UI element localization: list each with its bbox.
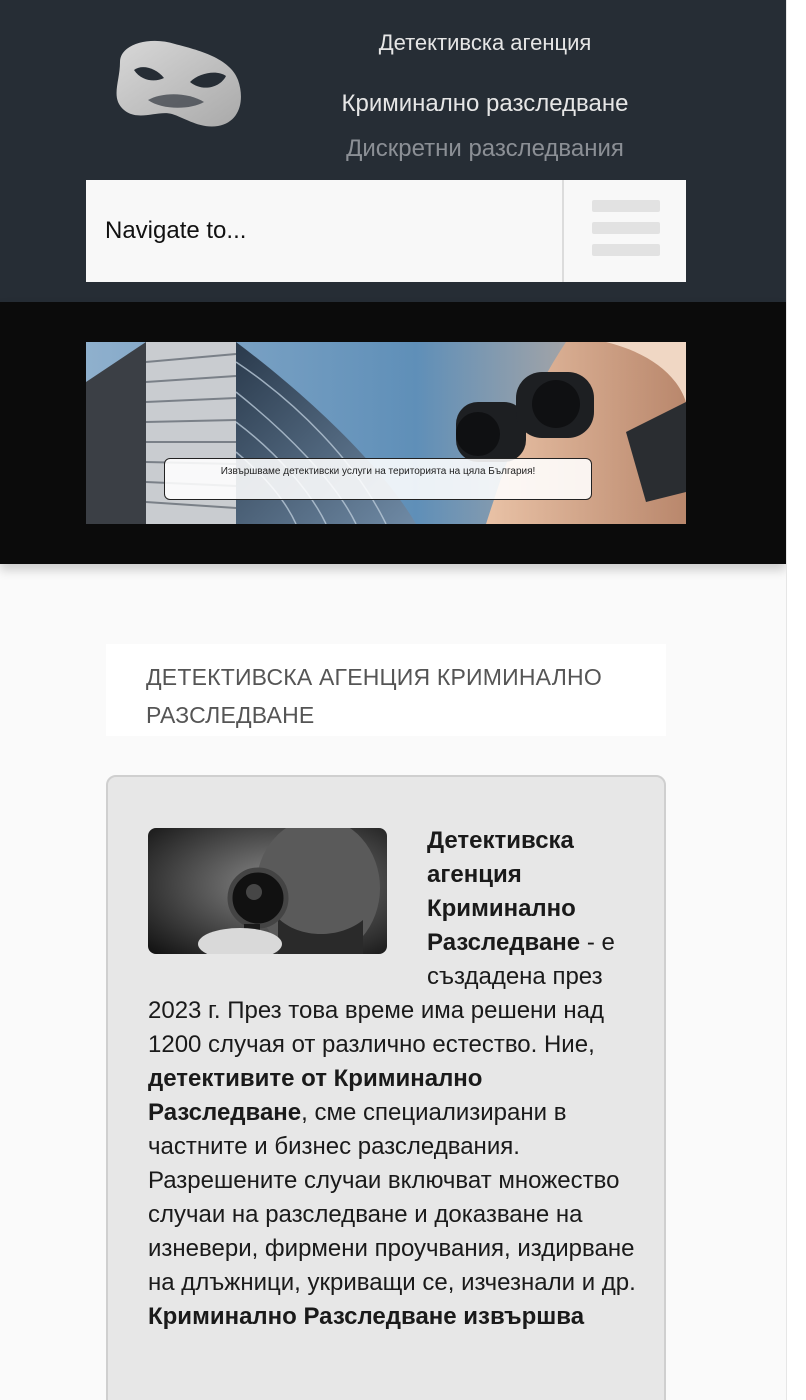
page-heading-box: ДЕТЕКТИВСКА АГЕНЦИЯ КРИМИНАЛНО РАЗСЛЕДВА… <box>106 644 666 736</box>
scrollbar-track[interactable] <box>786 0 806 1400</box>
site-header: Детективска агенция Криминално разследва… <box>0 0 786 302</box>
intro-bold-tail: Криминално Разследване извършва <box>148 1303 585 1330</box>
page: Детективска агенция Криминално разследва… <box>0 0 786 1400</box>
hero-banner: Извършваме детективски услуги на територ… <box>86 342 686 524</box>
hamburger-bar <box>592 222 660 234</box>
intro-bold-name: Детективска агенция Криминално Разследва… <box>427 827 581 956</box>
intro-text-part: , сме специализирани в частните и бизнес… <box>148 1099 636 1296</box>
page-title-line: ДЕТЕКТИВСКА АГЕНЦИЯ КРИМИНАЛНО <box>146 664 602 690</box>
hamburger-bar <box>592 244 660 256</box>
navigate-select-label: Navigate to... <box>105 217 247 244</box>
page-title: ДЕТЕКТИВСКА АГЕНЦИЯ КРИМИНАЛНО РАЗСЛЕДВА… <box>146 658 666 734</box>
hamburger-icon[interactable] <box>564 180 686 282</box>
intro-card: Детективска агенция Криминално Разследва… <box>106 775 666 1400</box>
page-title-line: РАЗСЛЕДВАНЕ <box>146 702 315 728</box>
banner-caption: Извършваме детективски услуги на територ… <box>164 458 592 500</box>
mask-icon[interactable] <box>100 30 250 135</box>
navigate-select[interactable]: Navigate to... <box>86 180 564 282</box>
site-subtitle[interactable]: Криминално разследване <box>300 90 670 118</box>
site-tagline: Дискретни разследвания <box>346 135 624 162</box>
detective-photo <box>148 828 387 954</box>
hamburger-bar <box>592 200 660 212</box>
site-title[interactable]: Детективска агенция <box>300 30 670 56</box>
